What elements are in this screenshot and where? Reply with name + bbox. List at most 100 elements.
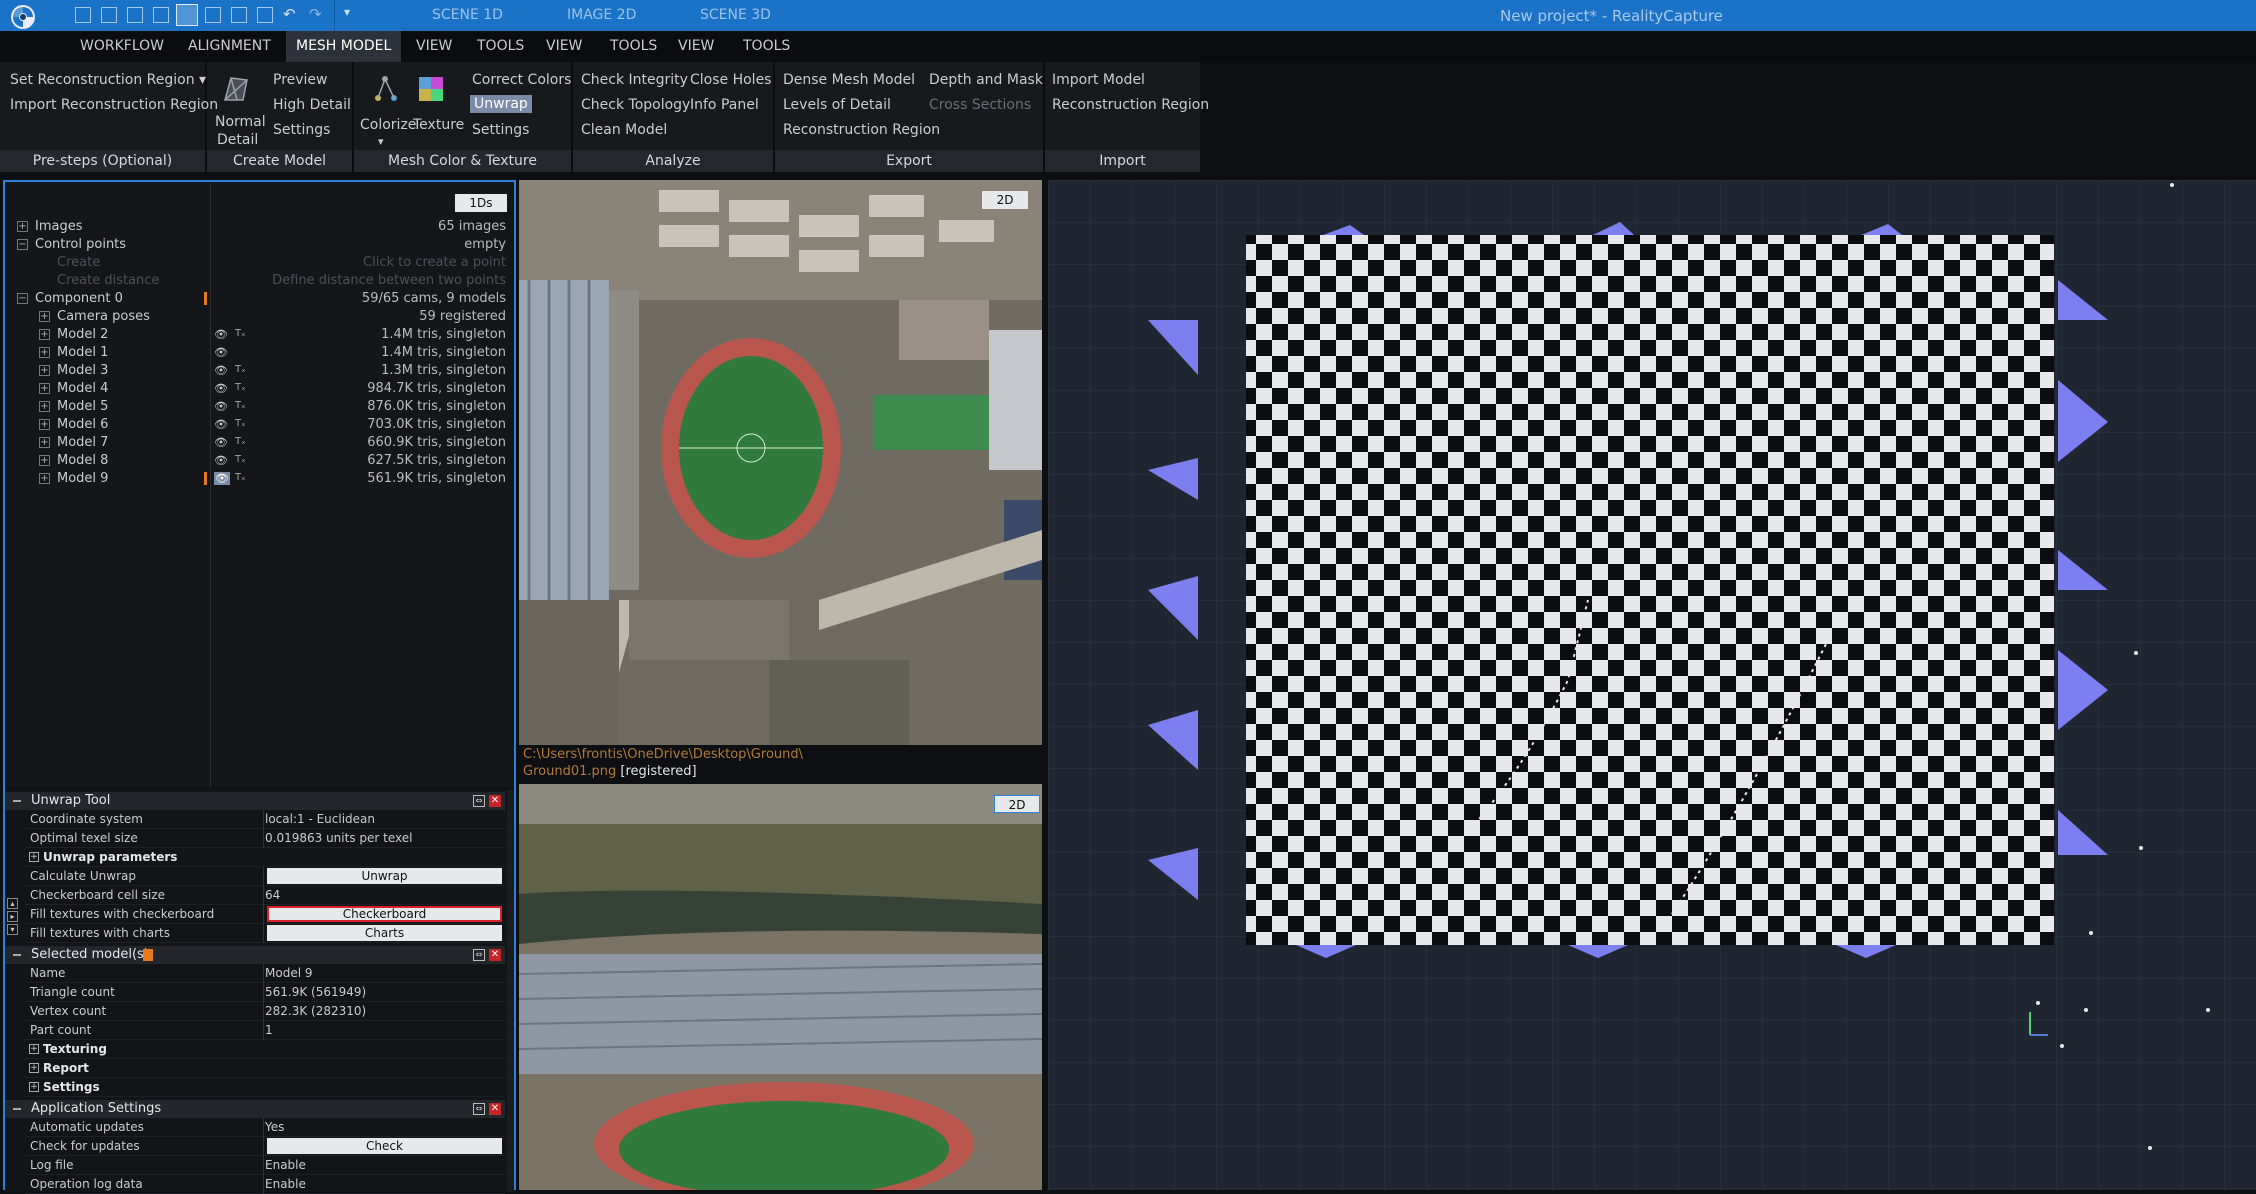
tab-view-2d[interactable]: VIEW [536,31,592,62]
expand-icon[interactable]: + [29,1044,39,1054]
check-updates-button[interactable]: Check [267,1138,502,1154]
dropdown-icon[interactable]: ▾ [344,5,350,19]
auto-updates-select[interactable]: Yes [265,1120,284,1134]
expand-icon[interactable]: + [17,221,28,232]
checker-cell-size-input[interactable]: 64 [265,888,280,902]
view-badge-2d[interactable]: 2D [982,191,1028,209]
eye-icon[interactable]: 👁 [214,418,228,431]
expand-icon[interactable]: + [39,347,50,358]
unwrap-tool-header[interactable]: Unwrap Tool ⇔ ✕ [5,792,505,810]
section-unwrap-parameters[interactable]: + Unwrap parameters [25,848,505,867]
eye-icon[interactable]: 👁 [214,454,228,467]
panel-arrows[interactable]: ▴ ▸ ▾ [7,898,19,938]
expand-icon[interactable]: + [39,401,50,412]
expand-icon[interactable]: + [29,1063,39,1073]
cross-sections-button[interactable]: Cross Sections [929,97,1031,113]
colorize-icon[interactable] [370,74,400,104]
set-region-button[interactable]: Set Reconstruction Region ▾ [10,72,206,88]
depth-mask-button[interactable]: Depth and Mask [929,72,1043,88]
tree-row-model[interactable]: + Model 5 👁 Tₓ 876.0K tris, singleton [5,398,514,416]
eye-icon[interactable]: 👁 [214,346,228,359]
tree-row-create-distance[interactable]: Create distance Define distance between … [5,272,514,290]
tree-row-model[interactable]: + Model 6 👁 Tₓ 703.0K tris, singleton [5,416,514,434]
operation-log-select[interactable]: Enable [265,1177,306,1191]
check-integrity-button[interactable]: Check Integrity [581,72,688,88]
tree-row-model[interactable]: + Model 8 👁 Tₓ 627.5K tris, singleton [5,452,514,470]
close-holes-button[interactable]: Close Holes [690,72,771,88]
tree-row-model[interactable]: + Model 4 👁 Tₓ 984.7K tris, singleton [5,380,514,398]
pin-icon[interactable]: ⇔ [473,1103,485,1115]
tree-row-images[interactable]: + Images 65 images [5,218,514,236]
section-report[interactable]: + Report [25,1059,505,1078]
checkerboard-button[interactable]: Checkerboard [267,906,502,922]
tree-row-component[interactable]: − Component 0 59/65 cams, 9 models [5,290,514,308]
tree-row-model[interactable]: + Model 3 👁 Tₓ 1.3M tris, singleton [5,362,514,380]
import-region-button-2[interactable]: Reconstruction Region [1052,97,1209,113]
close-icon[interactable]: ✕ [489,1103,501,1115]
import-model-button[interactable]: Import Model [1052,72,1145,88]
clean-model-button[interactable]: Clean Model [581,122,667,138]
tab-view[interactable]: VIEW [406,31,462,62]
expand-icon[interactable]: + [39,473,50,484]
color-settings-button[interactable]: Settings [472,122,529,138]
mesh-icon[interactable] [221,74,251,104]
pin-icon[interactable]: ⇔ [473,795,485,807]
section-settings[interactable]: + Settings [25,1078,505,1097]
close-icon[interactable]: ✕ [489,795,501,807]
scene-3d-view[interactable] [1048,180,2256,1190]
eye-icon[interactable]: 👁 [214,436,228,449]
arrow-up-icon[interactable]: ▴ [7,898,18,909]
tree-row-model[interactable]: + Model 2 👁 Tₓ 1.4M tris, singleton [5,326,514,344]
eye-icon[interactable]: 👁 [214,328,228,341]
minimize-icon[interactable] [13,954,21,956]
tree-row-create[interactable]: Create Click to create a point [5,254,514,272]
collapse-icon[interactable]: − [17,239,28,250]
high-detail-button[interactable]: High Detail [273,97,351,113]
realitycapture-logo-icon[interactable] [10,4,36,30]
expand-icon[interactable]: + [39,383,50,394]
expand-icon[interactable]: + [39,437,50,448]
tab-tools[interactable]: TOOLS [467,31,534,62]
minimize-icon[interactable] [13,800,21,802]
texture-icon[interactable] [416,74,446,104]
layout-3-button[interactable] [127,7,143,23]
minimize-icon[interactable] [13,1108,21,1110]
log-file-select[interactable]: Enable [265,1158,306,1172]
view-badge-2d[interactable]: 2D [994,795,1040,813]
detail-label[interactable]: Detail [217,132,258,148]
tab-tools-2d[interactable]: TOOLS [600,31,667,62]
model-name-field[interactable]: Model 9 [265,966,312,980]
expand-icon[interactable]: + [39,311,50,322]
tab-alignment[interactable]: ALIGNMENT [178,31,281,62]
expand-icon[interactable]: + [39,419,50,430]
chevron-down-icon[interactable]: ▾ [378,135,384,148]
scene-3d-tab[interactable]: SCENE 3D [700,7,771,23]
redo-icon[interactable]: ↷ [309,5,322,23]
tree-row-model[interactable]: + Model 1 👁 1.4M tris, singleton [5,344,514,362]
expand-icon[interactable]: + [29,1082,39,1092]
info-panel-button[interactable]: Info Panel [690,97,759,113]
export-region-button[interactable]: Reconstruction Region [783,122,940,138]
texture-button[interactable]: Texture [413,117,464,133]
check-topology-button[interactable]: Check Topology [581,97,690,113]
correct-colors-button[interactable]: Correct Colors [472,72,571,88]
layout-6-button[interactable] [205,7,221,23]
app-settings-header[interactable]: Application Settings ⇔ ✕ [5,1100,505,1118]
image-2d-tab[interactable]: IMAGE 2D [567,7,636,23]
image-2d-view-secondary[interactable]: 2D [518,784,1043,1194]
eye-icon[interactable]: 👁 [214,364,228,377]
undo-icon[interactable]: ↶ [283,5,296,23]
layout-1-button[interactable] [75,7,91,23]
tree-row-control-points[interactable]: − Control points empty [5,236,514,254]
tree-row-model[interactable]: + Model 9 👁 Tₓ 561.9K tris, singleton [5,470,514,488]
prop-value[interactable]: local:1 - Euclidean [265,812,375,826]
levels-of-detail-button[interactable]: Levels of Detail [783,97,891,113]
layout-8-button[interactable] [257,7,273,23]
create-settings-button[interactable]: Settings [273,122,330,138]
selected-models-header[interactable]: Selected model(s) ⇔ ✕ [5,946,505,964]
expand-icon[interactable]: + [39,365,50,376]
expand-icon[interactable]: + [29,852,39,862]
preview-button[interactable]: Preview [273,72,328,88]
scene-3d-canvas[interactable] [1048,180,2256,1190]
properties-scrollbar[interactable] [507,790,514,1192]
